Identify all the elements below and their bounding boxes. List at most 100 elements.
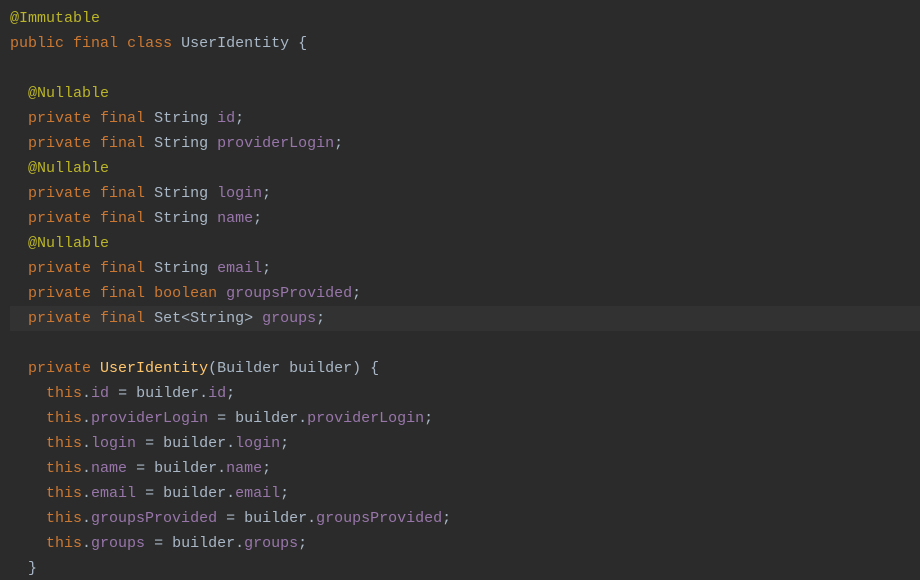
param-builder: builder (289, 360, 352, 377)
ref-groupsProvided: groupsProvided (91, 510, 217, 527)
semicolon: ; (253, 210, 262, 227)
keyword-final: final (100, 260, 145, 277)
ref-login: login (91, 435, 136, 452)
ref-providerLogin: providerLogin (307, 410, 424, 427)
code-line: private final String name; (10, 206, 920, 231)
keyword-private: private (28, 310, 91, 327)
brace-open: { (370, 360, 379, 377)
code-line: private final String providerLogin; (10, 131, 920, 156)
ref-id: id (208, 385, 226, 402)
type-string: String (154, 185, 208, 202)
annotation-nullable: @Nullable (28, 160, 109, 177)
keyword-private: private (28, 260, 91, 277)
brace-close: } (28, 560, 37, 577)
builder-ref: builder (136, 385, 199, 402)
ref-email: email (235, 485, 280, 502)
keyword-this: this (46, 485, 82, 502)
code-line: @Nullable (10, 156, 920, 181)
code-line: this.groups = builder.groups; (10, 531, 920, 556)
keyword-private: private (28, 285, 91, 302)
keyword-private: private (28, 360, 91, 377)
ref-groups: groups (91, 535, 145, 552)
code-line: @Immutable (10, 6, 920, 31)
keyword-final: final (100, 210, 145, 227)
field-groupsProvided: groupsProvided (226, 285, 352, 302)
code-line: private UserIdentity(Builder builder) { (10, 356, 920, 381)
ref-name: name (91, 460, 127, 477)
type-string: String (154, 135, 208, 152)
builder-ref: builder (244, 510, 307, 527)
code-line: @Nullable (10, 231, 920, 256)
semicolon: ; (334, 135, 343, 152)
type-string: String (154, 210, 208, 227)
keyword-this: this (46, 510, 82, 527)
field-id: id (217, 110, 235, 127)
ref-groupsProvided: groupsProvided (316, 510, 442, 527)
semicolon: ; (352, 285, 361, 302)
keyword-this: this (46, 535, 82, 552)
builder-ref: builder (163, 435, 226, 452)
code-line-highlighted: private final Set<String> groups; (10, 306, 920, 331)
keyword-private: private (28, 135, 91, 152)
code-editor[interactable]: @Immutable public final class UserIdenti… (0, 0, 920, 580)
builder-ref: builder (235, 410, 298, 427)
field-email: email (217, 260, 262, 277)
keyword-final: final (100, 110, 145, 127)
code-line: this.name = builder.name; (10, 456, 920, 481)
code-line: this.providerLogin = builder.providerLog… (10, 406, 920, 431)
ref-email: email (91, 485, 136, 502)
ref-providerLogin: providerLogin (91, 410, 208, 427)
ref-name: name (226, 460, 262, 477)
paren-open: ( (208, 360, 217, 377)
field-groups: groups (262, 310, 316, 327)
code-line: private final boolean groupsProvided; (10, 281, 920, 306)
ctor-name: UserIdentity (100, 360, 208, 377)
code-line: this.login = builder.login; (10, 431, 920, 456)
field-name: name (217, 210, 253, 227)
type-builder: Builder (217, 360, 280, 377)
semicolon: ; (262, 260, 271, 277)
type-set-string: Set<String> (154, 310, 253, 327)
code-line: private final String id; (10, 106, 920, 131)
code-line-blank (10, 331, 920, 356)
code-line: private final String login; (10, 181, 920, 206)
keyword-public: public (10, 35, 64, 52)
field-login: login (217, 185, 262, 202)
keyword-final: final (100, 285, 145, 302)
code-line: } (10, 556, 920, 580)
keyword-private: private (28, 110, 91, 127)
class-name: UserIdentity (181, 35, 289, 52)
builder-ref: builder (163, 485, 226, 502)
keyword-this: this (46, 410, 82, 427)
field-providerLogin: providerLogin (217, 135, 334, 152)
code-line: private final String email; (10, 256, 920, 281)
ref-id: id (91, 385, 109, 402)
keyword-this: this (46, 435, 82, 452)
code-line: this.id = builder.id; (10, 381, 920, 406)
keyword-private: private (28, 185, 91, 202)
code-line-blank (10, 56, 920, 81)
keyword-this: this (46, 460, 82, 477)
annotation-nullable: @Nullable (28, 235, 109, 252)
type-string: String (154, 260, 208, 277)
keyword-final: final (73, 35, 118, 52)
paren-close: ) (352, 360, 361, 377)
ref-groups: groups (244, 535, 298, 552)
keyword-final: final (100, 310, 145, 327)
keyword-private: private (28, 210, 91, 227)
ref-login: login (235, 435, 280, 452)
builder-ref: builder (172, 535, 235, 552)
annotation-nullable: @Nullable (28, 85, 109, 102)
semicolon: ; (235, 110, 244, 127)
keyword-class: class (127, 35, 172, 52)
code-line: public final class UserIdentity { (10, 31, 920, 56)
keyword-this: this (46, 385, 82, 402)
brace-open: { (298, 35, 307, 52)
annotation-immutable: @Immutable (10, 10, 100, 27)
semicolon: ; (262, 185, 271, 202)
keyword-boolean: boolean (154, 285, 217, 302)
builder-ref: builder (154, 460, 217, 477)
keyword-final: final (100, 135, 145, 152)
keyword-final: final (100, 185, 145, 202)
code-line: this.email = builder.email; (10, 481, 920, 506)
